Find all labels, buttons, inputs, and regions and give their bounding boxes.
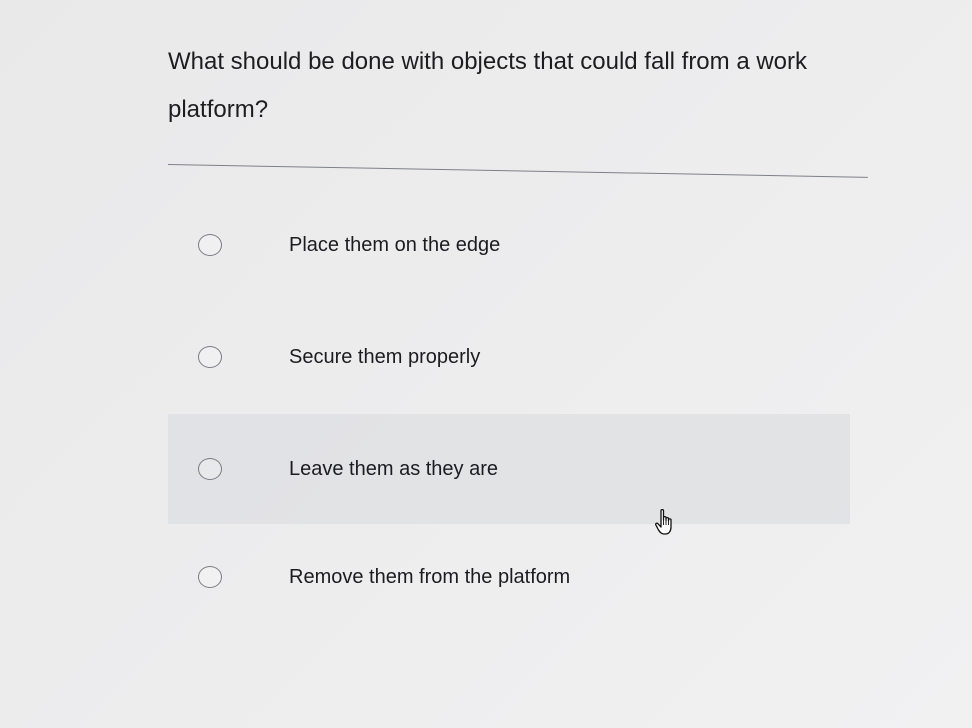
hand-pointer-icon (655, 508, 672, 535)
answer-option-label[interactable]: Secure them properly (289, 346, 480, 369)
answer-option-3[interactable]: Leave them as they are (168, 414, 850, 524)
radio-button-icon[interactable] (198, 234, 222, 256)
quiz-question-panel: What should be done with objects that co… (0, 0, 972, 728)
radio-button-icon[interactable] (198, 566, 222, 588)
radio-button-icon[interactable] (198, 346, 222, 368)
radio-button-icon[interactable] (198, 458, 222, 480)
answer-option-2[interactable]: Secure them properly (168, 302, 850, 412)
question-divider (167, 164, 868, 178)
answer-option-4[interactable]: Remove them from the platform (168, 522, 850, 632)
answer-option-label[interactable]: Place them on the edge (289, 234, 500, 257)
answer-option-label[interactable]: Remove them from the platform (289, 566, 570, 589)
answer-option-1[interactable]: Place them on the edge (168, 190, 850, 300)
question-text: What should be done with objects that co… (168, 48, 807, 123)
answer-option-label[interactable]: Leave them as they are (289, 458, 498, 481)
